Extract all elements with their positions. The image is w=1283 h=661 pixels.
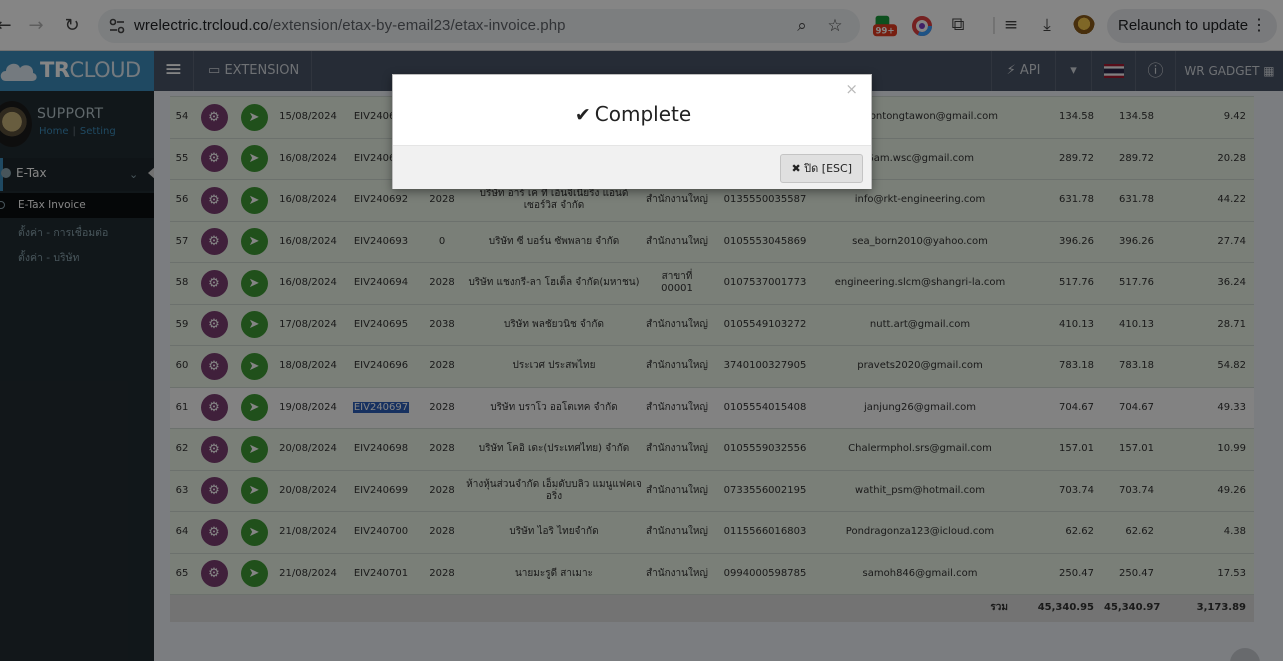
x-icon: ✖ [791, 162, 801, 175]
close-esc-button[interactable]: ✖ ปิด [ESC] [780, 154, 863, 183]
complete-dialog: × ✔ Complete ✖ ปิด [ESC] [392, 74, 872, 189]
dialog-footer: ✖ ปิด [ESC] [393, 145, 871, 189]
check-icon: ✔ [574, 104, 591, 126]
dialog-title: ✔ Complete [574, 102, 692, 126]
close-icon[interactable]: × [845, 80, 858, 98]
